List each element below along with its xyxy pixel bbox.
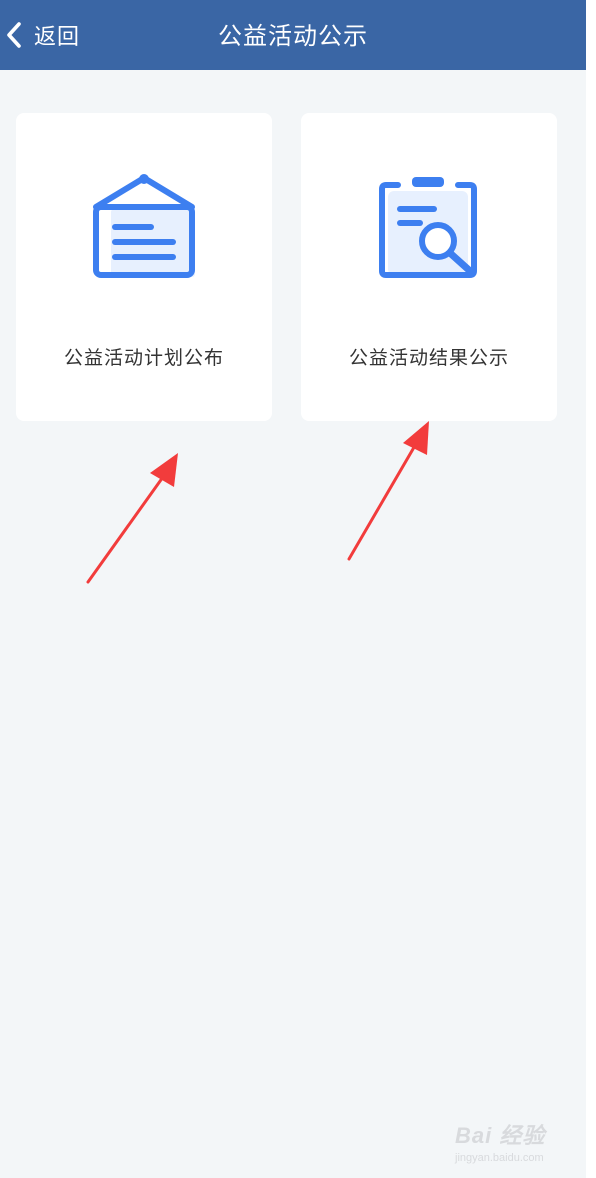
watermark-sub: jingyan.baidu.com <box>455 1152 544 1164</box>
card-label: 公益活动结果公示 <box>348 347 509 369</box>
watermark-logo: Bai 经验 jingyan.baidu.com <box>455 1118 585 1168</box>
clipboard-search-icon <box>379 177 477 278</box>
card-activity-plan[interactable]: 公益活动计划公布 <box>16 113 272 421</box>
card-label: 公益活动计划公布 <box>63 347 224 369</box>
right-edge <box>586 0 596 1178</box>
screen: 返回 公益活动公示 公益活动计划公布 公益活动结果公示 Bai 经验 jingy… <box>0 0 586 1178</box>
watermark-main: Bai 经验 <box>455 1123 546 1148</box>
navbar: 返回 公益活动公示 <box>0 0 586 70</box>
red-arrow-right <box>347 421 429 561</box>
chevron-left-icon <box>7 22 21 48</box>
noticeboard-icon <box>93 174 195 278</box>
card-activity-result[interactable]: 公益活动结果公示 <box>301 113 557 421</box>
red-arrow-left <box>86 453 178 584</box>
back-button[interactable]: 返回 <box>4 14 94 56</box>
back-label: 返回 <box>34 25 81 50</box>
